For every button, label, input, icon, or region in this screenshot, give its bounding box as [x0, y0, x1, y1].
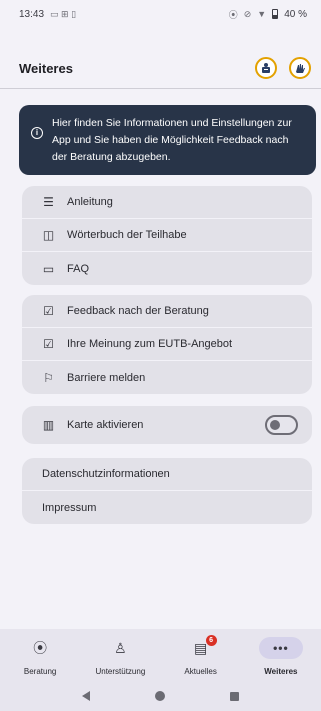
nav-label: Unterstützung — [95, 667, 146, 676]
menu-item-label: Ihre Meinung zum EUTB-Angebot — [67, 338, 233, 350]
location-pin-icon: ⦿ — [33, 640, 48, 656]
menu-item-label: Barriere melden — [67, 371, 146, 384]
menu-item-label: FAQ — [67, 262, 90, 275]
menu-item-meinung[interactable]: ☑ Ihre Meinung zum EUTB-Angebot — [22, 328, 312, 361]
menu-item-anleitung[interactable]: ☰ Anleitung — [22, 186, 312, 219]
status-time: 13:43 — [19, 8, 45, 20]
home-icon[interactable] — [154, 691, 165, 701]
sign-language-icon — [296, 64, 305, 73]
map-group: ▥ Karte aktivieren — [22, 406, 312, 444]
menu-item-feedback[interactable]: ☑ Feedback nach der Beratung — [22, 295, 312, 328]
easy-language-button[interactable] — [255, 57, 277, 79]
battery-level: 40 % — [284, 8, 307, 20]
status-bar: 13:43 ▭ ⊞ ▯ ⦿ ⊘ ▼ 40 % — [0, 0, 321, 28]
notification-badge: 6 — [205, 635, 217, 646]
menu-item-label: Wörterbuch der Teilhabe — [67, 229, 187, 241]
menu-item-label: Anleitung — [67, 196, 113, 208]
help-group: ☰ Anleitung ◫ Wörterbuch der Teilhabe ▭ … — [22, 186, 312, 285]
nav-aktuelles[interactable]: ▤ 6 Aktuelles — [161, 629, 241, 681]
map-toggle[interactable] — [265, 415, 298, 435]
mute-icon: ⊘ — [243, 8, 252, 19]
menu-item-faq[interactable]: ▭ FAQ — [22, 252, 312, 285]
menu-item-karte[interactable]: ▥ Karte aktivieren — [22, 406, 312, 444]
support-icon: ♙ — [114, 639, 127, 656]
bottom-navigation: ⦿ Beratung ♙ Unterstützung ▤ 6 Aktuelles… — [0, 629, 321, 681]
menu-item-barriere[interactable]: ⚐ Barriere melden — [22, 361, 312, 394]
header-divider — [0, 88, 321, 89]
recent-apps-icon[interactable] — [229, 691, 239, 701]
sign-language-button[interactable] — [289, 57, 311, 79]
feedback-group: ☑ Feedback nach der Beratung ☑ Ihre Mein… — [22, 295, 312, 394]
info-banner: i Hier finden Sie Informationen und Eins… — [19, 105, 316, 175]
nav-beratung[interactable]: ⦿ Beratung — [0, 629, 80, 681]
info-icon: i — [31, 127, 43, 139]
menu-item-label: Feedback nach der Beratung — [67, 305, 209, 317]
more-icon: ••• — [258, 637, 303, 659]
menu-item-label: Impressum — [42, 501, 97, 514]
book-icon: ◫ — [42, 228, 55, 242]
opinion-icon: ☑ — [43, 337, 54, 351]
notification-icons: ▭ ⊞ ▯ — [50, 8, 77, 19]
legal-group: Datenschutzinformationen Impressum — [22, 458, 312, 524]
news-icon: ▤ 6 — [190, 635, 217, 659]
nav-label: Aktuelles — [184, 667, 217, 676]
back-icon[interactable] — [82, 691, 91, 701]
chat-icon: ▭ — [42, 261, 55, 276]
location-icon: ⦿ — [228, 9, 238, 20]
menu-item-impressum[interactable]: Impressum — [22, 491, 312, 524]
menu-item-woerterbuch[interactable]: ◫ Wörterbuch der Teilhabe — [22, 219, 312, 252]
menu-item-label: Karte aktivieren — [67, 419, 144, 431]
guide-icon: ☰ — [43, 195, 54, 209]
weiteres-screen: 13:43 ▭ ⊞ ▯ ⦿ ⊘ ▼ 40 % Weiteres i Hier f… — [0, 0, 321, 711]
nav-unterstuetzung[interactable]: ♙ Unterstützung — [80, 629, 160, 681]
nav-weiteres[interactable]: ••• Weiteres — [241, 629, 321, 681]
nav-label: Beratung — [23, 667, 57, 676]
battery-icon — [272, 9, 279, 19]
report-icon: ⚐ — [43, 370, 54, 385]
wifi-icon: ▼ — [257, 9, 267, 19]
info-text: Hier finden Sie Informationen und Einste… — [52, 117, 292, 163]
menu-item-label: Datenschutzinformationen — [42, 468, 170, 480]
menu-item-datenschutz[interactable]: Datenschutzinformationen — [22, 458, 312, 491]
map-icon: ▥ — [42, 418, 55, 432]
page-title: Weiteres — [19, 60, 73, 76]
feedback-icon: ☑ — [43, 304, 54, 318]
nav-label: Weiteres — [264, 667, 298, 676]
app-bar: Weiteres — [0, 50, 321, 86]
system-navigation — [0, 681, 321, 711]
easy-language-icon — [262, 63, 270, 73]
